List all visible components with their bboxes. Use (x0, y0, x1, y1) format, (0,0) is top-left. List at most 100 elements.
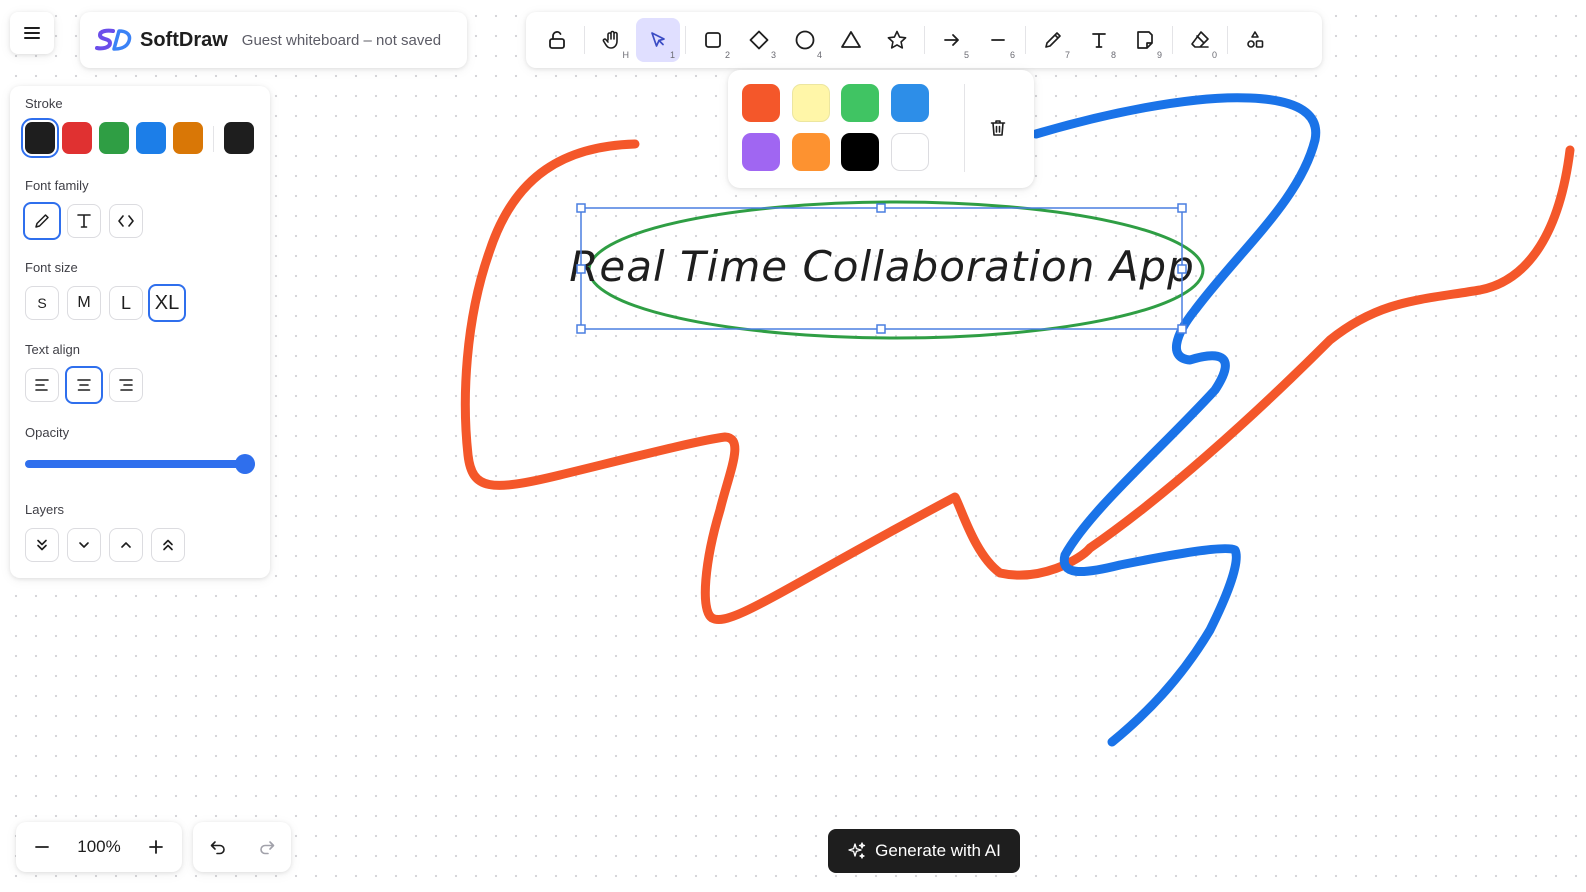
pencil-shortcut: 7 (1064, 50, 1070, 60)
minus-icon (35, 846, 49, 848)
popover-color-black[interactable] (841, 133, 879, 171)
toolbar-divider (1227, 26, 1228, 54)
main-toolbar: H 1 2 3 4 5 6 7 8 9 0 (526, 12, 1322, 68)
toolbar-divider (924, 26, 925, 54)
text-align-left[interactable] (25, 368, 59, 402)
toolbar-divider (1025, 26, 1026, 54)
send-to-back-button[interactable] (25, 528, 59, 562)
font-size-s[interactable]: S (25, 286, 59, 320)
delete-element-button[interactable] (982, 110, 1014, 146)
font-size-xl[interactable]: XL (148, 284, 186, 322)
lock-tool-button[interactable] (535, 18, 579, 62)
toolbar-divider (584, 26, 585, 54)
hand-tool-button[interactable]: H (590, 18, 634, 62)
popover-color-yellow[interactable] (792, 84, 830, 122)
opacity-slider-thumb[interactable] (235, 454, 255, 474)
orange-freehand-stroke-left[interactable] (460, 139, 1575, 625)
stroke-color-black[interactable] (21, 118, 59, 158)
bring-to-front-button[interactable] (151, 528, 185, 562)
stroke-current-color[interactable] (224, 122, 254, 154)
popover-divider (964, 84, 965, 172)
text-align-label: Text align (25, 342, 80, 357)
blue-freehand-stroke[interactable] (1031, 93, 1321, 747)
popover-color-green[interactable] (841, 84, 879, 122)
brand-header: SoftDraw Guest whiteboard – not saved (80, 12, 467, 68)
popover-color-blue[interactable] (891, 84, 929, 122)
redo-button[interactable] (242, 822, 291, 872)
rectangle-icon (705, 32, 721, 48)
zoom-level[interactable]: 100% (68, 837, 130, 857)
eraser-shortcut: 0 (1211, 50, 1217, 60)
font-size-l[interactable]: L (109, 286, 143, 320)
canvas-title-text[interactable]: Real Time Collaboration App (569, 242, 1195, 291)
font-size-label: Font size (25, 260, 78, 275)
sparkles-icon (848, 842, 866, 859)
line-icon (991, 39, 1005, 41)
diamond-icon (749, 30, 769, 50)
note-icon (1137, 31, 1153, 49)
double-chevron-up-icon (163, 539, 173, 551)
toolbar-divider (685, 26, 686, 54)
properties-panel: Stroke Font family Font size S M L XL Te… (10, 86, 270, 578)
stroke-label: Stroke (25, 96, 63, 111)
popover-color-white[interactable] (891, 133, 929, 171)
triangle-tool-button[interactable] (829, 18, 873, 62)
main-menu-button[interactable] (10, 12, 54, 54)
zoom-in-button[interactable] (130, 822, 182, 872)
undo-icon (210, 841, 225, 855)
popover-color-orange[interactable] (742, 84, 780, 122)
font-family-normal[interactable] (67, 204, 101, 238)
eraser-tool-button[interactable]: 0 (1178, 18, 1222, 62)
shapes-library-button[interactable] (1233, 18, 1277, 62)
whiteboard-status: Guest whiteboard – not saved (241, 31, 442, 49)
generate-with-ai-button[interactable]: Generate with AI (828, 829, 1020, 873)
font-size-m[interactable]: M (67, 286, 101, 320)
toolbar-divider (1172, 26, 1173, 54)
hand-shortcut: H (622, 50, 630, 60)
hamburger-icon (24, 27, 40, 39)
chevron-down-icon (79, 542, 89, 548)
hand-icon (602, 30, 618, 49)
star-tool-button[interactable] (875, 18, 919, 62)
align-left-icon (35, 379, 49, 391)
ellipse-tool-button[interactable]: 4 (783, 18, 827, 62)
text-align-center[interactable] (65, 366, 103, 404)
popover-color-purple[interactable] (742, 133, 780, 171)
diamond-tool-button[interactable]: 3 (737, 18, 781, 62)
stroke-color-green[interactable] (99, 122, 129, 154)
send-backward-button[interactable] (67, 528, 101, 562)
rectangle-shortcut: 2 (724, 50, 730, 60)
stroke-color-red[interactable] (62, 122, 92, 154)
double-chevron-down-icon (37, 539, 47, 551)
popover-color-amber[interactable] (792, 133, 830, 171)
select-tool-button[interactable]: 1 (636, 18, 680, 62)
font-family-code[interactable] (109, 204, 143, 238)
font-family-hand-drawn[interactable] (23, 202, 61, 240)
line-tool-button[interactable]: 6 (976, 18, 1020, 62)
layers-label: Layers (25, 502, 65, 517)
text-shortcut: 8 (1110, 50, 1116, 60)
zoom-controls: 100% (16, 822, 182, 872)
pencil-tool-button[interactable]: 7 (1031, 18, 1075, 62)
diamond-shortcut: 3 (770, 50, 776, 60)
text-icon (1092, 33, 1106, 48)
bring-forward-button[interactable] (109, 528, 143, 562)
zoom-out-button[interactable] (16, 822, 68, 872)
chevron-up-icon (121, 542, 131, 548)
text-tool-button[interactable]: 8 (1077, 18, 1121, 62)
generate-with-ai-label: Generate with AI (875, 841, 1001, 860)
stroke-color-amber[interactable] (173, 122, 203, 154)
undo-button[interactable] (193, 822, 242, 872)
ellipse-shortcut: 4 (816, 50, 822, 60)
stroke-color-blue[interactable] (136, 122, 166, 154)
arrow-icon (944, 34, 959, 46)
app-name: SoftDraw (140, 28, 228, 51)
text-align-right[interactable] (109, 368, 143, 402)
align-center-icon (77, 379, 91, 391)
note-tool-button[interactable]: 9 (1123, 18, 1167, 62)
arrow-tool-button[interactable]: 5 (930, 18, 974, 62)
opacity-slider[interactable] (25, 460, 255, 468)
opacity-label: Opacity (25, 425, 70, 440)
rectangle-tool-button[interactable]: 2 (691, 18, 735, 62)
history-controls (193, 822, 291, 872)
